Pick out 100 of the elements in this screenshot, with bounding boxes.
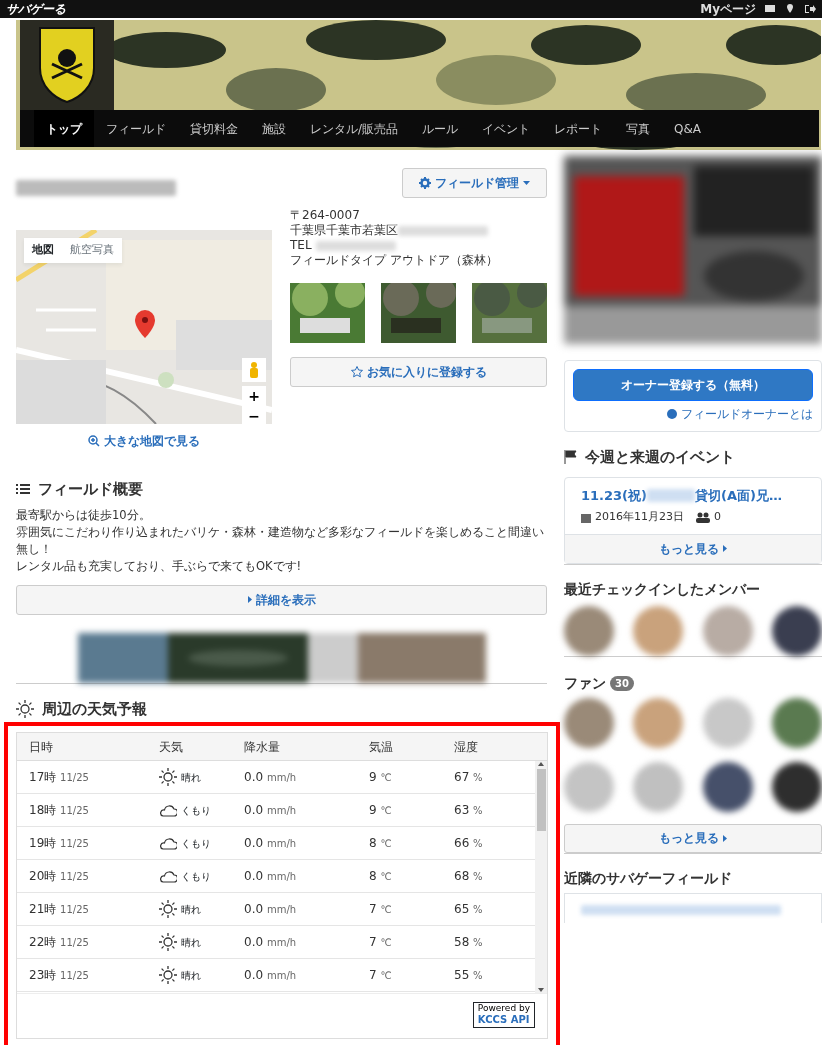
map-type-button[interactable]: 地図 — [24, 238, 62, 263]
caret-icon — [723, 545, 727, 552]
table-cell-text: 8 ℃ — [369, 868, 393, 885]
nav-tab[interactable]: レポート — [542, 110, 615, 147]
mypage-link[interactable]: Myページ — [700, 0, 756, 18]
column-header: 気温 — [369, 738, 394, 756]
field-admin-button[interactable]: フィールド管理 — [402, 168, 547, 198]
section-heading: 最近チェックインしたメンバー — [564, 579, 761, 599]
sun-icon — [159, 933, 177, 951]
section-heading: 近隣のサバゲーフィールド — [564, 868, 733, 888]
table-cell-text: 19時 11/25 — [29, 835, 90, 852]
table-cell-text: 晴れ — [181, 902, 201, 917]
caret-icon — [723, 834, 727, 842]
map-pin-icon[interactable] — [784, 3, 796, 15]
more-button[interactable]: もっと見る — [565, 533, 821, 563]
table-cell-text: 20時 11/25 — [29, 868, 90, 885]
nav-tab[interactable]: レンタル/販売品 — [298, 110, 411, 147]
sun-icon — [159, 966, 177, 984]
nav-tab[interactable]: 写真 — [614, 110, 663, 147]
large-map-link[interactable]: 大きな地図で見る — [16, 432, 272, 450]
avatar[interactable] — [772, 761, 822, 812]
event-title-link[interactable]: 11.23(祝) — [581, 485, 647, 505]
table-cell-text: 55 % — [454, 967, 484, 984]
column-header: 天気 — [159, 738, 184, 756]
section-heading: 周辺の天気予報 — [42, 698, 147, 720]
nav-tab[interactable]: イベント — [470, 110, 543, 147]
table-cell-text: 58 % — [454, 934, 484, 951]
sun-icon — [159, 900, 177, 918]
nav-tab[interactable]: 貸切料金 — [178, 110, 250, 147]
mail-icon[interactable] — [764, 3, 776, 15]
map-type-button[interactable]: 航空写真 — [62, 238, 122, 263]
nav-tab[interactable]: 施設 — [250, 110, 298, 147]
participant-count: 0 — [714, 509, 721, 525]
details-button[interactable]: 詳細を表示 — [16, 584, 547, 615]
sun-icon — [159, 768, 177, 786]
help-icon — [667, 409, 677, 419]
column-header: 湿度 — [454, 738, 479, 756]
overview-text: 最寄駅からは徒歩10分。 雰囲気にこだわり作り込まれたバリケ・森林・建造物など多彩なフィールドを楽しめること間違い無し！ レンタル品も充実しており、手ぶらで来てもOKです! — [16, 506, 545, 575]
favorite-button[interactable]: お気に入りに登録する — [290, 357, 547, 387]
list-icon — [16, 483, 30, 496]
caret-icon — [247, 596, 252, 603]
table-cell-text: くもり — [181, 869, 211, 884]
table-cell-text: 7 ℃ — [369, 934, 393, 951]
table-cell-text: 0.0 mm/h — [244, 901, 298, 918]
caret-icon — [523, 181, 530, 185]
table-cell-text: 0.0 mm/h — [244, 967, 298, 984]
table-cell-text: 0.0 mm/h — [244, 802, 298, 819]
event-date: 2016年11月23日 — [595, 509, 684, 525]
logout-icon[interactable] — [804, 3, 816, 15]
gear-icon — [419, 177, 431, 189]
tel-label: TEL — [290, 238, 312, 253]
table-cell-text: 21時 11/25 — [29, 901, 90, 918]
owner-info-link[interactable]: フィールドオーナーとは — [573, 405, 813, 423]
site-logo[interactable]: サバゲーる — [6, 0, 66, 18]
table-cell-text: 9 ℃ — [369, 769, 393, 786]
table-cell-text: 18時 11/25 — [29, 802, 90, 819]
column-header: 降水量 — [244, 738, 281, 756]
table-cell-text: 0.0 mm/h — [244, 934, 298, 951]
table-cell-text: 9 ℃ — [369, 802, 393, 819]
table-cell-text: 17時 11/25 — [29, 769, 90, 786]
table-cell-text: 66 % — [454, 835, 484, 852]
table-cell-text: 7 ℃ — [369, 967, 393, 984]
scroll-down-icon[interactable] — [537, 987, 545, 993]
calendar-icon — [581, 511, 591, 523]
table-cell-text: 0.0 mm/h — [244, 769, 298, 786]
nav-tab[interactable]: トップ — [34, 110, 94, 147]
table-cell-text: 7 ℃ — [369, 901, 393, 918]
nav-tab[interactable]: Q&A — [662, 110, 714, 147]
people-icon — [696, 511, 710, 523]
table-cell-text: 22時 11/25 — [29, 934, 90, 951]
table-cell-text: 0.0 mm/h — [244, 835, 298, 852]
section-heading: 今週と来週のイベント — [585, 447, 735, 468]
table-cell-text: 晴れ — [181, 935, 201, 950]
postal-code: 〒264-0007 — [290, 208, 361, 223]
table-cell-text: 0.0 mm/h — [244, 868, 298, 885]
event-title-link[interactable]: 貸切(A面)兄… — [695, 485, 782, 505]
table-cell-text: 8 ℃ — [369, 835, 393, 852]
nav-tab[interactable]: ルール — [410, 110, 471, 147]
zoom-in-icon — [88, 435, 100, 447]
flag-icon — [564, 450, 577, 465]
nav-tab[interactable]: フィールド — [94, 110, 178, 147]
street-view-icon[interactable] — [242, 358, 266, 382]
table-cell-text: 63 % — [454, 802, 484, 819]
table-cell-text: 晴れ — [181, 968, 201, 983]
table-cell-text: くもり — [181, 803, 211, 818]
scrollbar-thumb[interactable] — [536, 769, 546, 831]
blurred-text — [647, 488, 695, 502]
field-type-text: フィールドタイプ アウトドア（森林） — [290, 253, 499, 268]
avatar[interactable] — [702, 761, 753, 812]
table-cell-text: 23時 11/25 — [29, 967, 90, 984]
sun-icon — [16, 699, 34, 718]
section-heading: ファン — [564, 673, 606, 693]
column-header: 日時 — [29, 738, 54, 756]
more-button[interactable]: もっと見る — [564, 823, 822, 853]
section-heading: フィールド概要 — [38, 479, 143, 500]
owner-register-button[interactable]: オーナー登録する（無料） — [573, 369, 813, 401]
table-cell-text: 65 % — [454, 901, 484, 918]
avatar[interactable] — [772, 605, 822, 656]
address-text: 千葉県千葉市若葉区 — [290, 223, 398, 238]
table-cell-text: 晴れ — [181, 770, 201, 785]
